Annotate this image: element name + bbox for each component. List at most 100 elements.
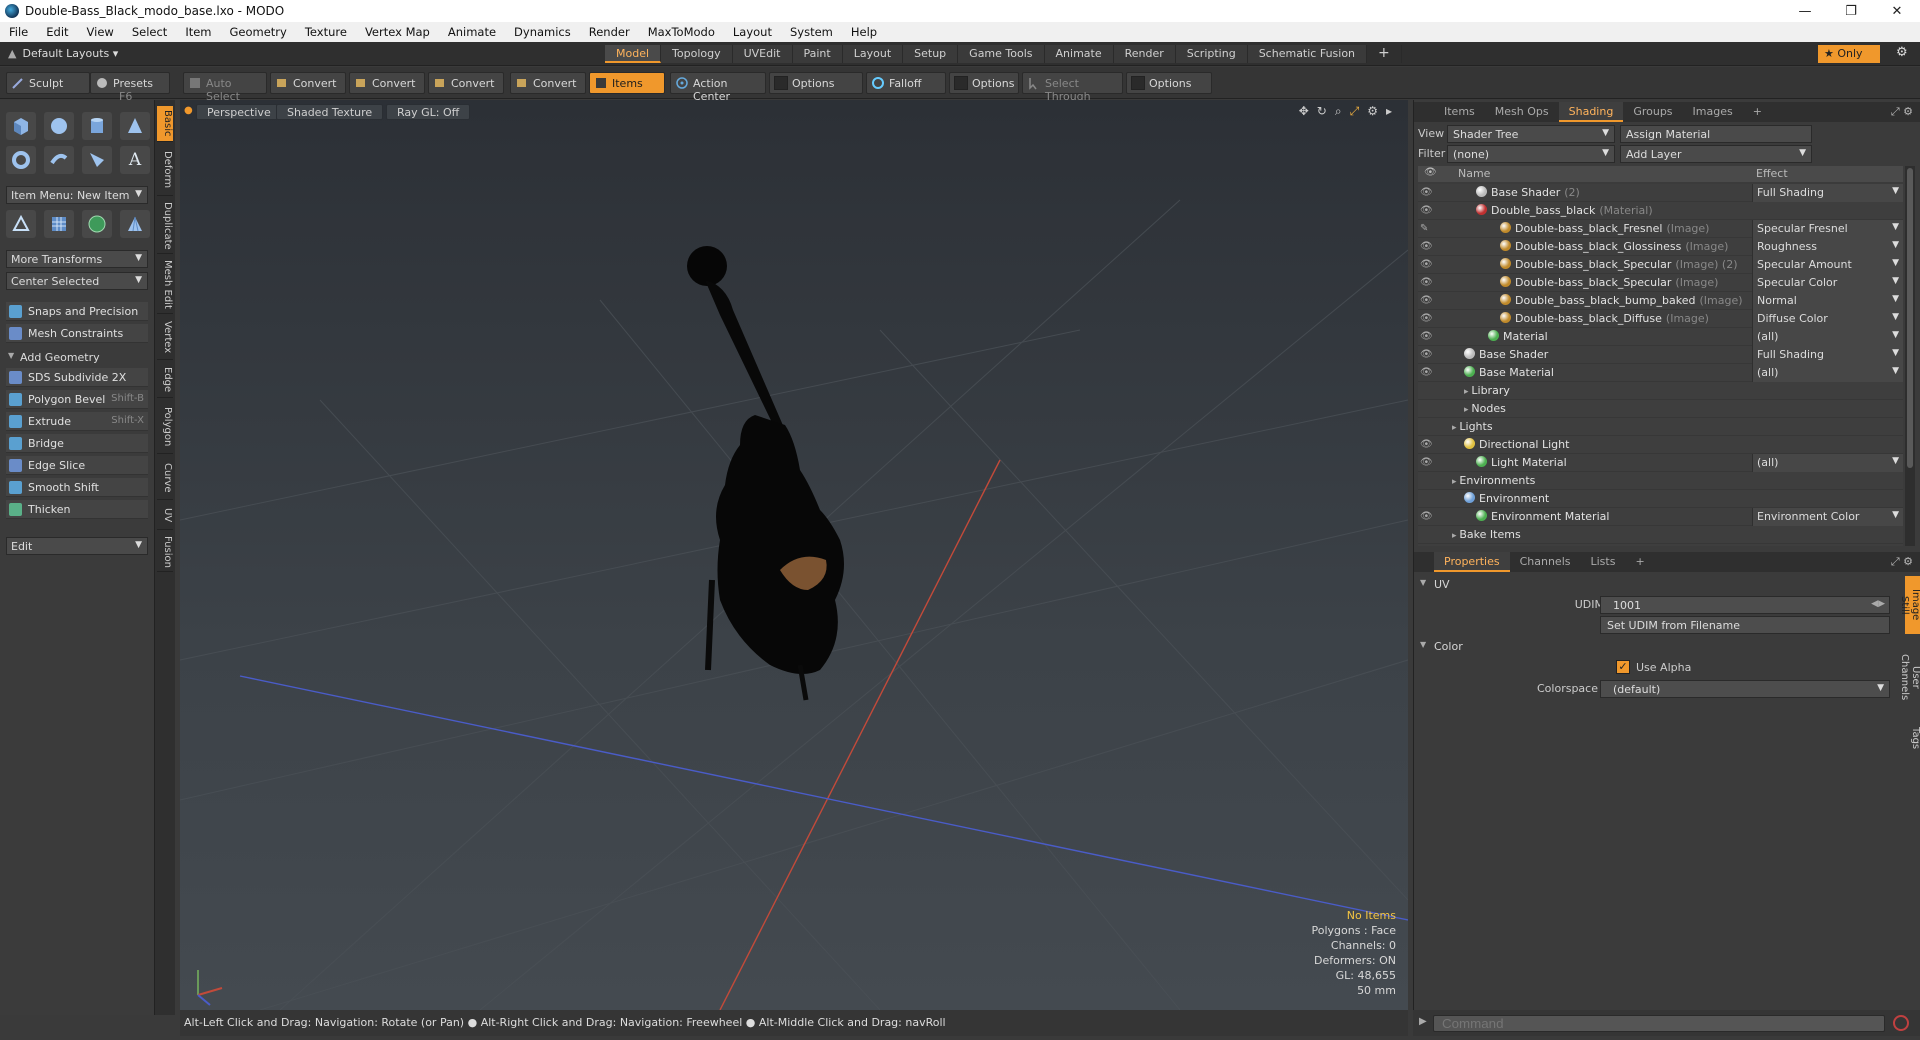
shader-tree-row[interactable]: 👁 Base Shader (2) Full Shading ▼ <box>1418 184 1903 202</box>
color-section-header[interactable]: ▼ Color <box>1414 638 1901 656</box>
shader-tree-row[interactable]: 👁 Double_bass_black_bump_baked (Image) Norm… <box>1418 292 1903 310</box>
tab-game-tools[interactable]: Game Tools <box>958 45 1045 63</box>
effect-dropdown[interactable]: Specular Amount ▼ <box>1752 256 1903 274</box>
tab-schematic-fusion[interactable]: Schematic Fusion <box>1247 45 1368 63</box>
presets-button[interactable]: Presets F6 <box>90 72 170 103</box>
close-button[interactable]: ✕ <box>1874 4 1920 19</box>
menu-item[interactable]: Item <box>176 25 220 39</box>
command-input[interactable] <box>1433 1015 1885 1032</box>
name-column-header[interactable]: Name <box>1458 167 1490 180</box>
select-through-options-button[interactable]: Options <box>1126 72 1212 94</box>
effect-dropdown[interactable]: Environment Color ▼ <box>1752 508 1903 526</box>
record-icon[interactable] <box>1893 1015 1909 1031</box>
visibility-eye-icon[interactable]: 👁 <box>1420 241 1442 253</box>
maximize-button[interactable]: ❐ <box>1828 4 1874 19</box>
tab-layout[interactable]: Layout <box>842 45 904 63</box>
convert-edges-button[interactable]: Convert <box>349 72 425 94</box>
minimize-button[interactable]: — <box>1782 4 1828 19</box>
cylinder-icon[interactable] <box>82 112 112 140</box>
only-button[interactable]: ★ Only <box>1818 45 1880 63</box>
effect-dropdown[interactable]: (all) ▼ <box>1752 364 1903 382</box>
tab-items[interactable]: Items <box>1434 102 1485 122</box>
tab-scripting[interactable]: Scripting <box>1175 45 1248 63</box>
effect-dropdown[interactable]: Normal ▼ <box>1752 292 1903 310</box>
tab-setup[interactable]: Setup <box>903 45 959 63</box>
falloff-button[interactable]: Falloff <box>866 72 946 94</box>
visibility-eye-icon[interactable]: 👁 <box>1420 277 1442 289</box>
effect-dropdown[interactable]: Diffuse Color ▼ <box>1752 310 1903 328</box>
menu-select[interactable]: Select <box>123 25 176 39</box>
shading-mode-button[interactable]: Shaded Texture <box>276 104 384 120</box>
tool-edge-slice[interactable]: Edge Slice <box>6 456 148 475</box>
shader-tree-row[interactable]: 👁 Double-bass_black_Specular (Image) Specul… <box>1418 274 1903 292</box>
visibility-eye-icon[interactable]: 👁 <box>1420 331 1442 343</box>
menu-maxtomodo[interactable]: MaxToModo <box>639 25 724 39</box>
shader-tree-row[interactable]: 👁 Double-bass_black_Specular (Image) (2) Sp… <box>1418 256 1903 274</box>
snaps-precision-button[interactable]: Snaps and Precision <box>6 302 148 321</box>
ray-gl-button[interactable]: Ray GL: Off <box>386 104 471 120</box>
convert-vertices-button[interactable]: Convert <box>270 72 346 94</box>
menu-vertex-map[interactable]: Vertex Map <box>356 25 439 39</box>
torus-icon[interactable] <box>6 146 36 174</box>
items-mode-button[interactable]: Items <box>589 72 665 94</box>
menu-system[interactable]: System <box>781 25 842 39</box>
effect-dropdown[interactable]: Full Shading ▼ <box>1752 346 1903 364</box>
shader-tree-row[interactable]: 👁 Base Material (all) ▼ <box>1418 364 1903 382</box>
effect-column-header[interactable]: Effect <box>1756 167 1788 180</box>
item-menu-dropdown[interactable]: Item Menu: New Item ▼ <box>6 186 148 204</box>
menu-render[interactable]: Render <box>580 25 639 39</box>
add-panel-tab-button[interactable]: + <box>1743 102 1772 122</box>
more-transforms-dropdown[interactable]: More Transforms ▼ <box>6 250 148 268</box>
visibility-eye-icon[interactable] <box>1420 475 1442 487</box>
menu-help[interactable]: Help <box>842 25 886 39</box>
rotate-icon[interactable]: ↻ <box>1317 104 1327 119</box>
tab-topology[interactable]: Topology <box>661 45 733 63</box>
visibility-eye-icon[interactable] <box>1420 493 1442 505</box>
tab-lists[interactable]: Lists <box>1581 552 1626 572</box>
globe-icon[interactable] <box>82 210 112 238</box>
action-center-options-button[interactable]: Options <box>769 72 863 94</box>
tab-shading[interactable]: Shading <box>1558 102 1624 122</box>
filter-dropdown[interactable]: (none) ▼ <box>1447 145 1615 163</box>
visibility-eye-icon[interactable] <box>1420 385 1442 397</box>
effect-dropdown[interactable]: Specular Color ▼ <box>1752 274 1903 292</box>
view-dropdown[interactable]: Shader Tree ▼ <box>1447 125 1615 143</box>
visibility-eye-icon[interactable]: 👁 <box>1420 313 1442 325</box>
edit-dropdown[interactable]: Edit ▼ <box>6 537 148 555</box>
pen-tool-icon[interactable] <box>82 146 112 174</box>
gear-icon[interactable]: ⚙ <box>1896 45 1908 60</box>
menu-texture[interactable]: Texture <box>296 25 356 39</box>
tool-bridge[interactable]: Bridge <box>6 434 148 453</box>
command-expand-icon[interactable]: ▶ <box>1419 1016 1427 1027</box>
shader-tree-row[interactable]: 👁 Double_bass_black (Material) <box>1418 202 1903 220</box>
shader-tree-row[interactable]: ▸ Nodes <box>1418 400 1903 418</box>
shader-tree-row[interactable]: 👁 Environment Material Environment Color ▼ <box>1418 508 1903 526</box>
visibility-eye-icon[interactable] <box>1420 421 1442 433</box>
expand-arrow-icon[interactable]: ▸ <box>1386 104 1392 119</box>
paint-brush-icon[interactable]: ✎ <box>1420 223 1442 235</box>
shader-tree-row[interactable]: ▸ Bake Items <box>1418 526 1903 544</box>
menu-file[interactable]: File <box>0 25 37 39</box>
tab-groups[interactable]: Groups <box>1623 102 1682 122</box>
locator-icon[interactable] <box>6 210 36 238</box>
colorspace-dropdown[interactable]: (default) ▼ <box>1600 680 1890 698</box>
default-layouts-dropdown[interactable]: ▲ Default Layouts ▾ <box>8 47 118 60</box>
tab-uvedit[interactable]: UVEdit <box>732 45 793 63</box>
assign-material-button[interactable]: Assign Material <box>1620 125 1812 143</box>
effect-dropdown[interactable]: Roughness ▼ <box>1752 238 1903 256</box>
cube-icon[interactable] <box>6 112 36 140</box>
convert-polygons-button[interactable]: Convert <box>428 72 504 94</box>
shader-tree-row[interactable]: 👁 Directional Light <box>1418 436 1903 454</box>
shader-tree-row[interactable]: 👁 Base Shader Full Shading ▼ <box>1418 346 1903 364</box>
pan-icon[interactable]: ✥ <box>1299 104 1309 119</box>
shader-tree-scrollbar[interactable] <box>1905 166 1915 546</box>
menu-edit[interactable]: Edit <box>37 25 77 39</box>
visibility-eye-icon[interactable] <box>1420 403 1442 415</box>
visibility-eye-icon[interactable]: 👁 <box>1420 457 1442 469</box>
tab-render[interactable]: Render <box>1113 45 1176 63</box>
vtab-mesh-edit[interactable]: Mesh Edit <box>157 256 173 314</box>
vtab-polygon[interactable]: Polygon <box>157 400 173 454</box>
vtab-uv[interactable]: UV <box>157 502 173 530</box>
perspective-button[interactable]: Perspective <box>196 104 282 120</box>
3d-viewport[interactable]: ● Perspective Shaded Texture Ray GL: Off… <box>180 100 1408 1010</box>
